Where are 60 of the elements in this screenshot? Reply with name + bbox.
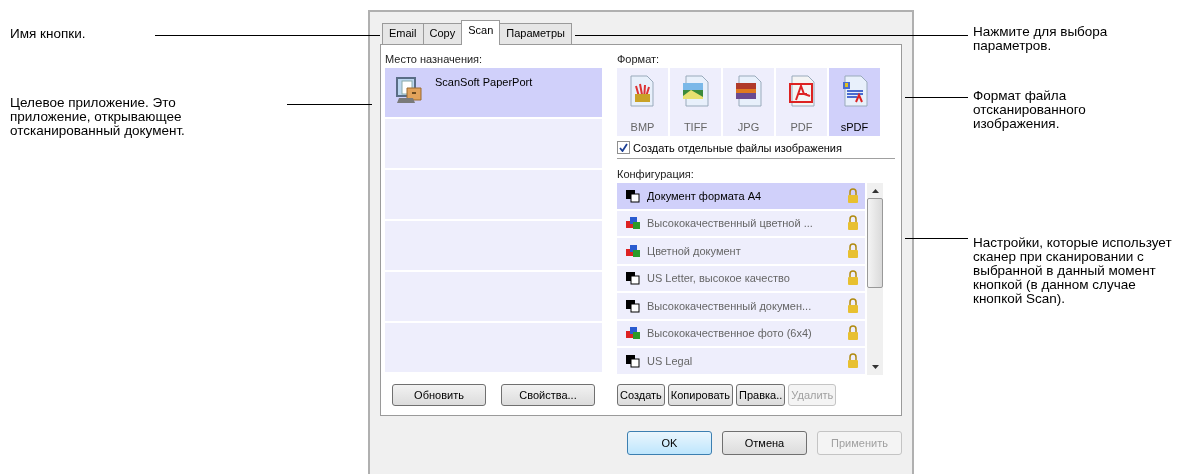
tab[interactable]: Scan [461, 20, 501, 45]
dialog-button[interactable]: Отмена [722, 431, 807, 455]
section-label: Формат: [617, 53, 661, 66]
format-option[interactable]: TIFF [670, 68, 721, 136]
padlock-icon [847, 270, 859, 287]
configuration-item[interactable]: Высококачественный цветной ... [617, 210, 865, 236]
dialog-button[interactable]: Правка.. [736, 384, 786, 406]
section-label: Место назначения: [385, 53, 484, 66]
color-cubes-icon [625, 243, 641, 258]
color-cubes-icon [625, 216, 641, 231]
format-option[interactable]: JPG [723, 68, 774, 136]
leader-line [905, 97, 968, 98]
landscape-file-icon [680, 74, 711, 108]
scroll-up-icon [871, 189, 879, 193]
padlock-icon [847, 325, 859, 342]
checkbox-label: Создать отдельные файлы изображения [633, 141, 842, 154]
dialog-button[interactable]: Создать [617, 384, 665, 406]
dialog-button[interactable]: Свойства... [501, 384, 595, 406]
format-option[interactable]: BMP [617, 68, 668, 136]
destination-name: ScanSoft PaperPort [435, 76, 533, 88]
padlock-icon [847, 187, 859, 204]
configuration-item[interactable]: US Letter, высокое качество [617, 265, 865, 291]
dialog-button[interactable]: Копировать [667, 384, 734, 406]
overlapping-squares-icon [625, 271, 641, 286]
padlock-icon [847, 352, 859, 369]
checkbox[interactable] [617, 141, 630, 154]
scrollbar[interactable] [867, 183, 883, 375]
callout-text: Целевое приложение. Это приложение, открывающее отсканированный документ. [10, 96, 186, 138]
overlapping-squares-icon [625, 353, 641, 368]
callout-text: Настройки, которые использует сканер при сканировании с выбранной в данный момент кнопкой (в данном случае кнопкой Scan). [973, 236, 1173, 306]
checkmark-icon [619, 143, 628, 152]
monitor-drawer-icon [393, 74, 425, 106]
overlapping-squares-icon [625, 298, 641, 313]
overlapping-squares-icon [625, 188, 641, 203]
configuration-item[interactable]: US Legal [617, 348, 865, 374]
format-option[interactable]: PDF [776, 68, 827, 136]
dialog-button[interactable]: Обновить [392, 384, 486, 406]
tab[interactable]: Параметры [499, 23, 572, 44]
padlock-icon [847, 215, 859, 232]
scroll-thumb[interactable] [867, 198, 883, 288]
sunset-file-icon [733, 74, 764, 108]
callout-text: Нажмите для выбора параметров. [973, 25, 1109, 53]
pdf-file-icon [786, 74, 817, 108]
configuration-item[interactable]: Цветной документ [617, 238, 865, 264]
padlock-icon [847, 242, 859, 259]
tab[interactable]: Email [382, 23, 424, 44]
section-label: Конфигурация: [617, 168, 695, 181]
configuration-item[interactable]: Высококачественный докумен... [617, 293, 865, 319]
scroll-down-icon [871, 365, 879, 369]
callout-text: Имя кнопки. [10, 27, 87, 41]
configuration-item[interactable]: Высококачественное фото (6x4) [617, 320, 865, 346]
padlock-icon [847, 297, 859, 314]
format-option[interactable]: sPDF [829, 68, 880, 136]
color-cubes-icon [625, 326, 641, 341]
destination-item[interactable]: ScanSoft PaperPort [385, 68, 602, 117]
tab[interactable]: Copy [422, 23, 463, 44]
configuration-item[interactable]: Документ формата A4 [617, 183, 865, 209]
dialog-button[interactable]: OK [627, 431, 712, 455]
callout-text: Формат файла отсканированного изображения. [973, 89, 1087, 131]
leader-line [905, 238, 968, 239]
